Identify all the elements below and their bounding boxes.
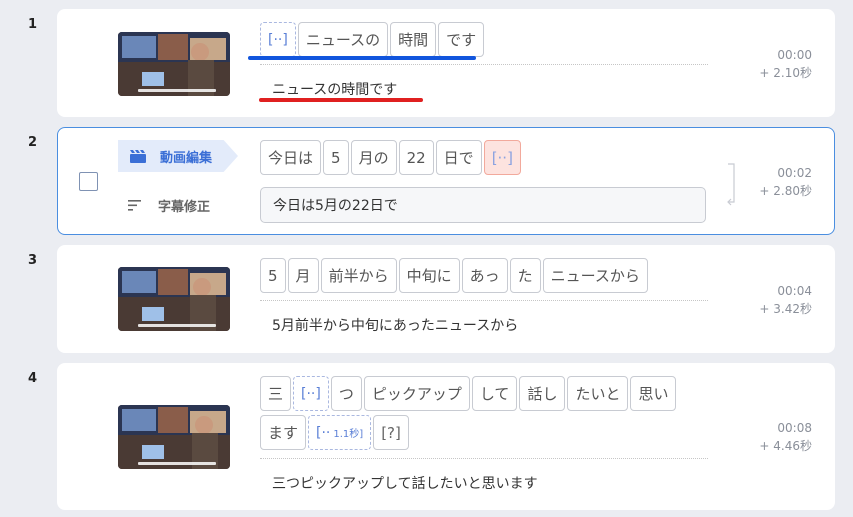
word-chip[interactable]: 前半から: [320, 258, 397, 293]
row-number: 3: [28, 253, 38, 268]
word-chip[interactable]: 日で: [435, 140, 482, 175]
thumbnail-caption: [138, 324, 216, 327]
divider: [260, 300, 708, 301]
thumbnail-caption: [138, 89, 216, 92]
duration: + 4.46秒: [759, 439, 812, 453]
word-chip[interactable]: ピックアップ: [363, 376, 470, 411]
time-info: 00:02 + 2.80秒: [759, 164, 812, 200]
gap-chip[interactable]: [··]: [293, 376, 329, 411]
word-chip[interactable]: です: [438, 22, 485, 57]
word-chip[interactable]: 22: [398, 140, 434, 175]
word-chip[interactable]: 話し: [519, 376, 566, 411]
row-number: 1: [28, 17, 38, 32]
word-chip[interactable]: 5: [260, 258, 286, 293]
divider: [260, 458, 708, 459]
word-chip[interactable]: 月: [287, 258, 319, 293]
word-chip[interactable]: ニュースの: [297, 22, 389, 57]
word-chips: 三 [··] つ ピックアップ して 話し たいと 思い ます [·· 1.1秒…: [260, 376, 720, 450]
word-chip[interactable]: たいと: [567, 376, 629, 411]
word-chip[interactable]: 中旬に: [398, 258, 460, 293]
video-thumbnail[interactable]: [118, 267, 230, 331]
word-chip[interactable]: た: [509, 258, 541, 293]
start-time: 00:08: [777, 421, 812, 435]
divider: [260, 64, 708, 65]
subtitle-row-2[interactable]: 動画編集 字幕修正 今日は 5 月の 22 日で [··] 今日は5月の22日で…: [57, 127, 835, 235]
word-chips: [··] ニュースの 時間 です: [260, 22, 720, 57]
word-chips: 5 月 前半から 中旬に あっ た ニュースから: [260, 258, 720, 293]
word-chip[interactable]: 思い: [630, 376, 677, 411]
word-chip[interactable]: つ: [330, 376, 362, 411]
word-chip[interactable]: あっ: [461, 258, 508, 293]
start-time: 00:02: [777, 166, 812, 180]
time-info: 00:08 + 4.46秒: [759, 419, 812, 455]
subtitle-row-3[interactable]: 5 月 前半から 中旬に あっ た ニュースから 5月前半から中旬にあったニュー…: [57, 245, 835, 353]
duration: + 2.80秒: [759, 184, 812, 198]
subtitle-text[interactable]: 三つピックアップして話したいと思います: [272, 473, 538, 493]
unknown-chip[interactable]: [?]: [373, 415, 409, 450]
subtitle-fix-button[interactable]: 字幕修正: [128, 196, 210, 215]
subtitle-fix-label: 字幕修正: [158, 200, 211, 215]
word-chip[interactable]: 時間: [390, 22, 437, 57]
duration: + 2.10秒: [759, 66, 812, 80]
word-chip[interactable]: ます: [260, 415, 307, 450]
gap-chip[interactable]: [··]: [260, 22, 296, 57]
video-thumbnail[interactable]: [118, 32, 230, 96]
start-time: 00:00: [777, 48, 812, 62]
word-chips: 今日は 5 月の 22 日で [··]: [260, 140, 720, 175]
word-chip[interactable]: 三: [260, 376, 292, 411]
thumbnail-caption: [138, 462, 216, 465]
start-time: 00:04: [777, 284, 812, 298]
red-underline: [259, 98, 423, 102]
video-thumbnail[interactable]: [118, 405, 230, 469]
gap-chip-duration: 1.1秒]: [333, 429, 364, 440]
clapper-icon: [130, 149, 146, 163]
gap-chip-label: [··: [316, 424, 331, 441]
word-chip[interactable]: して: [471, 376, 518, 411]
row-number: 4: [28, 371, 38, 386]
blue-underline: [248, 56, 476, 60]
word-chip[interactable]: 5: [323, 140, 349, 175]
subtitle-input[interactable]: 今日は5月の22日で: [260, 187, 706, 223]
selected-gap-chip[interactable]: [··]: [483, 140, 521, 175]
merge-arrow-icon: [727, 163, 735, 206]
video-edit-label: 動画編集: [160, 150, 213, 166]
video-edit-button[interactable]: 動画編集: [118, 140, 238, 172]
duration: + 3.42秒: [759, 302, 812, 316]
subtitle-text[interactable]: 5月前半から中旬にあったニュースから: [272, 315, 518, 335]
subtitle-row-1[interactable]: [··] ニュースの 時間 です ニュースの時間です 00:00 + 2.10秒: [57, 9, 835, 117]
subtitle-text[interactable]: ニュースの時間です: [272, 79, 397, 99]
row-number: 2: [28, 135, 38, 150]
word-chip[interactable]: 月の: [350, 140, 397, 175]
lines-icon: [128, 200, 141, 211]
word-chip[interactable]: ニュースから: [542, 258, 648, 293]
word-chip[interactable]: 今日は: [260, 140, 322, 175]
gap-chip-with-duration[interactable]: [·· 1.1秒]: [308, 415, 372, 450]
time-info: 00:00 + 2.10秒: [759, 46, 812, 82]
time-info: 00:04 + 3.42秒: [759, 282, 812, 318]
subtitle-row-4[interactable]: 三 [··] つ ピックアップ して 話し たいと 思い ます [·· 1.1秒…: [57, 363, 835, 510]
row-checkbox[interactable]: [79, 172, 98, 191]
